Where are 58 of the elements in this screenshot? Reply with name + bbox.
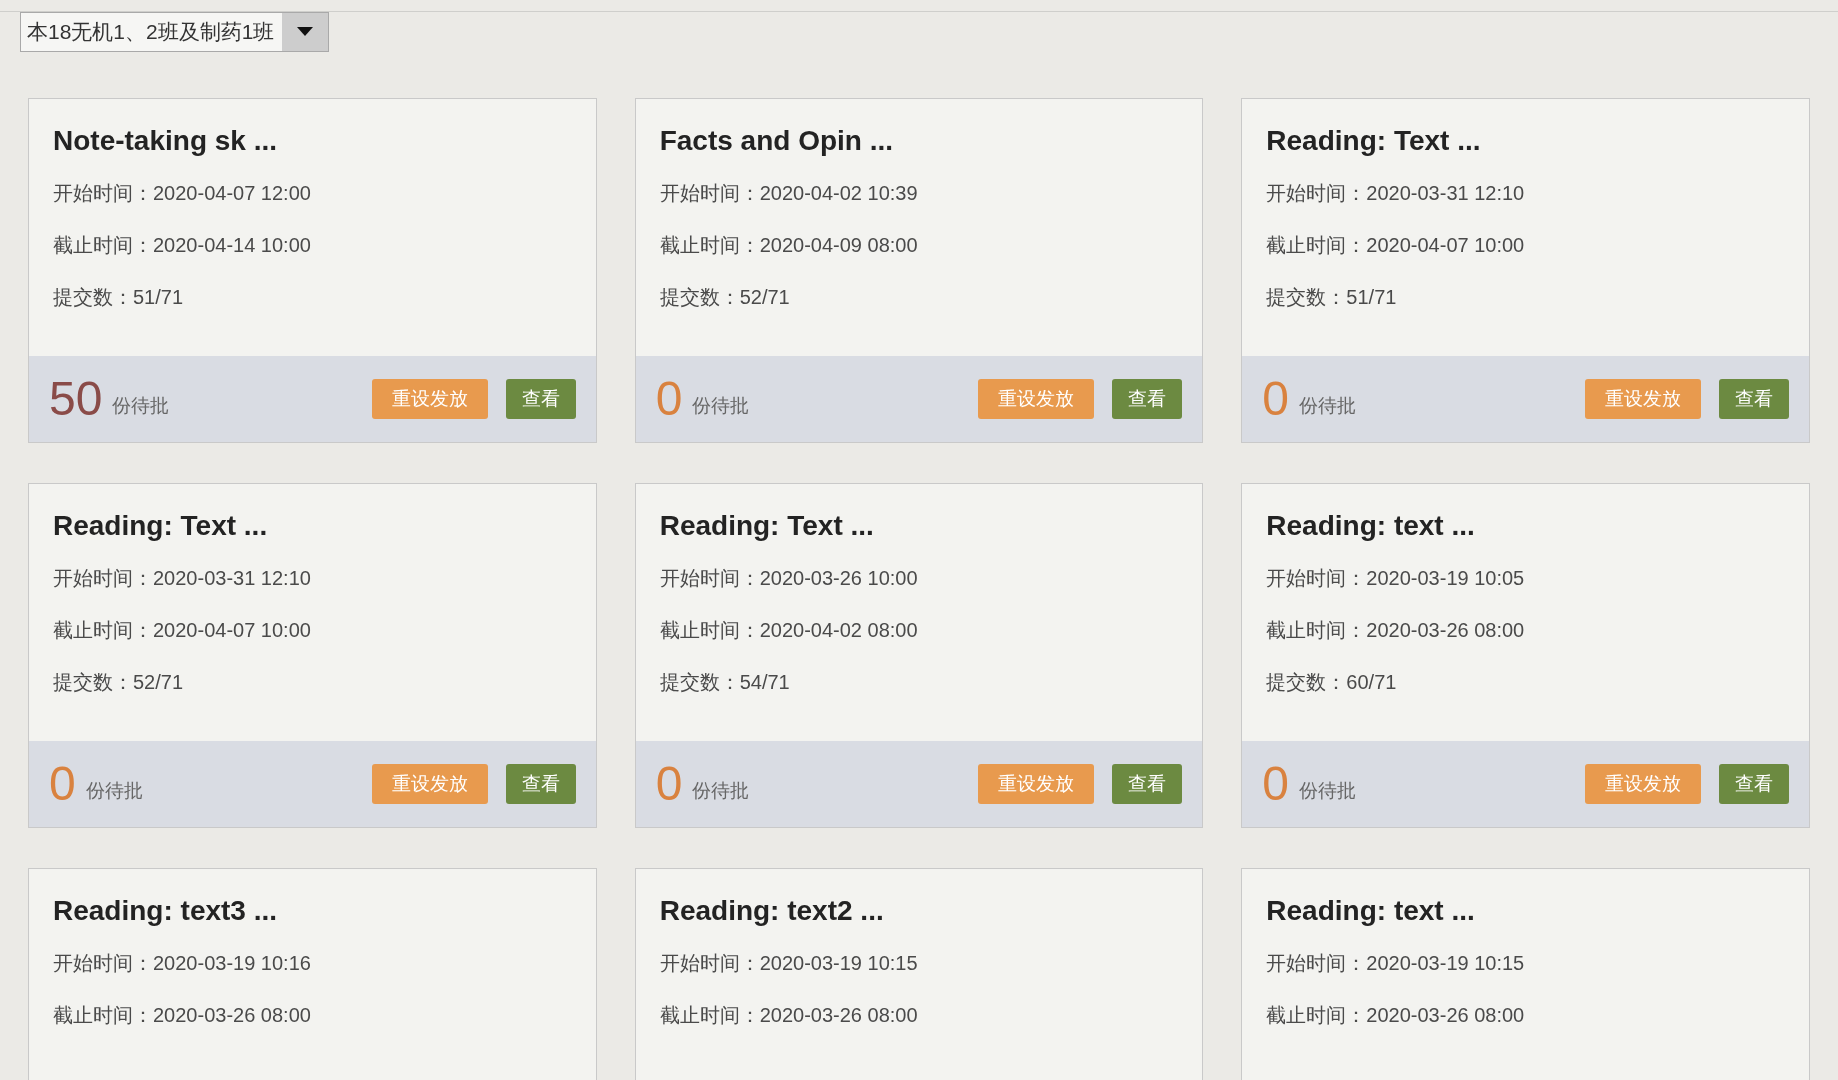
reset-publish-button[interactable]: 重设发放 bbox=[978, 379, 1095, 419]
assignment-title: Reading: text ... bbox=[1266, 894, 1476, 928]
pending-label: 份待批 bbox=[85, 778, 143, 803]
deadline: 截止时间：2020-03-26 08:00 bbox=[1266, 1003, 1526, 1028]
submission-count: 提交数：60/71 bbox=[1266, 670, 1398, 695]
pending-label: 份待批 bbox=[112, 393, 170, 418]
deadline: 截止时间：2020-04-02 08:00 bbox=[659, 618, 919, 643]
submission-count: 提交数：51/71 bbox=[53, 285, 185, 310]
start-time: 开始时间：2020-04-02 10:39 bbox=[659, 181, 919, 206]
reset-publish-button[interactable]: 重设发放 bbox=[371, 379, 488, 419]
reset-publish-button[interactable]: 重设发放 bbox=[1585, 379, 1701, 419]
view-button[interactable]: 查看 bbox=[1112, 379, 1183, 419]
submission-count: 提交数：54/71 bbox=[659, 670, 791, 695]
assignment-title: Reading: text3 ... bbox=[53, 894, 279, 928]
assignment-title: Reading: text2 ... bbox=[659, 894, 885, 928]
view-button[interactable]: 查看 bbox=[505, 379, 576, 419]
assignment-title: Reading: Text ... bbox=[659, 509, 875, 543]
pending-count: 0 bbox=[1262, 760, 1290, 808]
pending-count: 0 bbox=[49, 760, 76, 808]
start-time: 开始时间：2020-03-19 10:15 bbox=[659, 951, 919, 976]
deadline: 截止时间：2020-04-07 10:00 bbox=[53, 618, 312, 643]
start-time: 开始时间：2020-03-26 10:00 bbox=[659, 566, 919, 591]
start-time: 开始时间：2020-03-19 10:05 bbox=[1266, 566, 1526, 591]
deadline: 截止时间：2020-03-26 08:00 bbox=[53, 1003, 312, 1028]
start-time: 开始时间：2020-03-31 12:10 bbox=[1266, 181, 1526, 206]
deadline: 截止时间：2020-04-09 08:00 bbox=[659, 233, 919, 258]
view-button[interactable]: 查看 bbox=[1719, 379, 1789, 419]
pending-label: 份待批 bbox=[1299, 393, 1357, 418]
pending-count: 0 bbox=[655, 760, 683, 808]
assignment-title: Reading: text ... bbox=[1266, 509, 1476, 543]
pending-label: 份待批 bbox=[1299, 778, 1357, 803]
reset-publish-button[interactable]: 重设发放 bbox=[978, 764, 1095, 804]
pending-label: 份待批 bbox=[692, 778, 750, 803]
deadline: 截止时间：2020-03-26 08:00 bbox=[1266, 618, 1526, 643]
start-time: 开始时间：2020-04-07 12:00 bbox=[53, 181, 312, 206]
view-button[interactable]: 查看 bbox=[505, 764, 576, 804]
assignment-title: Reading: Text ... bbox=[1266, 124, 1482, 158]
view-button[interactable]: 查看 bbox=[1719, 764, 1789, 804]
start-time: 开始时间：2020-03-19 10:15 bbox=[1266, 951, 1526, 976]
assignment-title: Note-taking sk ... bbox=[53, 124, 279, 158]
pending-count: 50 bbox=[49, 375, 103, 423]
assignment-title: Reading: Text ... bbox=[53, 509, 269, 543]
submission-count: 提交数：52/71 bbox=[53, 670, 185, 695]
reset-publish-button[interactable]: 重设发放 bbox=[371, 764, 488, 804]
submission-count: 提交数：52/71 bbox=[659, 285, 791, 310]
pending-count: 0 bbox=[1262, 375, 1290, 423]
deadline: 截止时间：2020-04-07 10:00 bbox=[1266, 233, 1526, 258]
submission-count: 提交数：51/71 bbox=[1266, 285, 1398, 310]
deadline: 截止时间：2020-04-14 10:00 bbox=[53, 233, 312, 258]
class-dropdown[interactable]: 本18无机1、2班及制药1班 bbox=[20, 12, 330, 52]
deadline: 截止时间：2020-03-26 08:00 bbox=[659, 1003, 919, 1028]
pending-count: 0 bbox=[655, 375, 683, 423]
start-time: 开始时间：2020-03-19 10:16 bbox=[53, 951, 312, 976]
start-time: 开始时间：2020-03-31 12:10 bbox=[53, 566, 312, 591]
assignment-title: Facts and Opin ... bbox=[659, 124, 895, 158]
reset-publish-button[interactable]: 重设发放 bbox=[1585, 764, 1701, 804]
view-button[interactable]: 查看 bbox=[1112, 764, 1183, 804]
pending-label: 份待批 bbox=[692, 393, 750, 418]
